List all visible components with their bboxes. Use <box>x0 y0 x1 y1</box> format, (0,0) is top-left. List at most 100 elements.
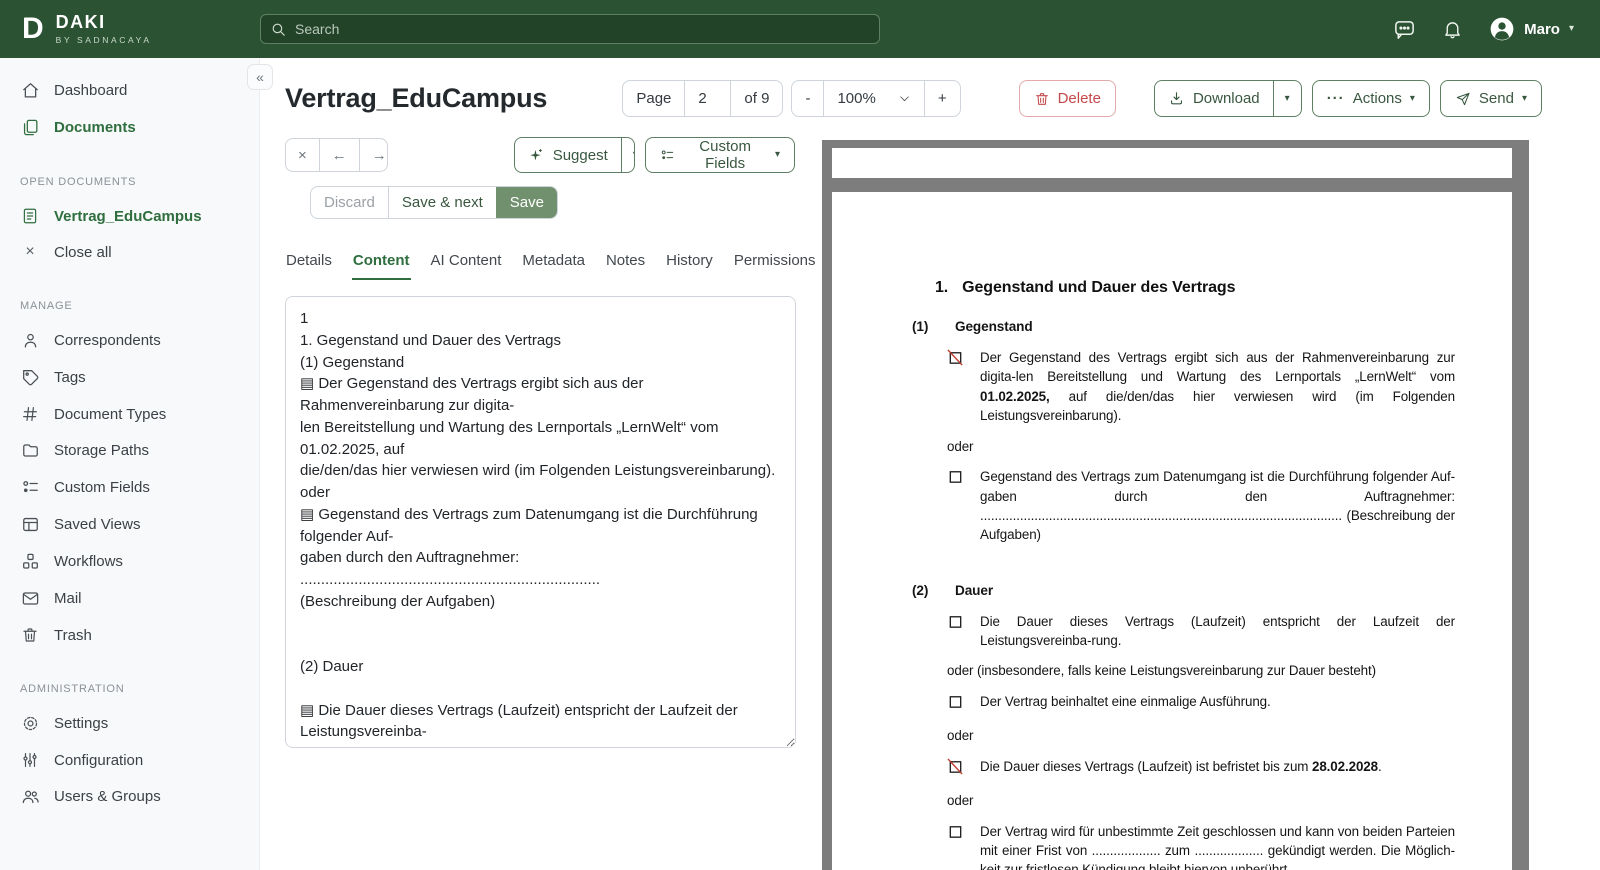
send-button[interactable]: Send ▾ <box>1440 80 1542 117</box>
suggest-menu-button[interactable]: ▾ <box>621 138 636 172</box>
pdf-paragraph: Der Gegenstand des Vertrags ergibt sich … <box>980 348 1455 426</box>
sidebar-collapse-button[interactable]: « <box>247 64 273 90</box>
detail-tabs: Details Content AI Content Metadata Note… <box>285 246 817 280</box>
saved-views-icon <box>20 515 40 534</box>
sidebar-item-document-types[interactable]: Document Types <box>0 396 259 432</box>
sidebar-item-configuration[interactable]: Configuration <box>0 742 259 778</box>
tab-permissions[interactable]: Permissions <box>733 246 817 280</box>
delete-button[interactable]: Delete <box>1019 80 1116 117</box>
sidebar-item-custom-fields[interactable]: Custom Fields <box>0 469 259 506</box>
pdf-option-row: Die Dauer dieses Vertrags (Laufzeit) ent… <box>947 612 1455 651</box>
discard-button[interactable]: Discard <box>311 187 388 218</box>
sidebar-item-label: Mail <box>54 590 82 607</box>
pdf-paragraph: Gegenstand des Vertrags zum Datenumgang … <box>980 467 1455 545</box>
trash-icon <box>1034 91 1050 107</box>
sidebar-item-label: Documents <box>54 119 136 136</box>
document-header: Vertrag_EduCampus Page 2 of 9 - 100% + <box>285 80 1542 117</box>
tab-ai-content[interactable]: AI Content <box>430 246 503 280</box>
open-documents-header: OPEN DOCUMENTS <box>0 176 259 188</box>
checkbox-empty-icon <box>947 612 980 651</box>
tab-history[interactable]: History <box>665 246 714 280</box>
custom-fields-button[interactable]: Custom Fields ▾ <box>645 137 795 173</box>
app-logo[interactable]: D DAKI BY SADNACAYA <box>14 13 260 45</box>
sidebar-item-open-document[interactable]: Vertrag_EduCampus <box>0 198 259 234</box>
save-controls: Discard Save & next Save <box>310 186 558 219</box>
page-navigator: Page 2 of 9 <box>622 80 783 117</box>
pdf-oder-text: oder <box>947 437 1455 456</box>
sidebar-item-trash[interactable]: Trash <box>0 617 259 653</box>
download-button[interactable]: Download <box>1155 81 1273 116</box>
checkbox-empty-icon <box>947 467 980 545</box>
person-icon <box>20 331 40 350</box>
mail-icon <box>20 589 40 608</box>
sidebar: Dashboard Documents OPEN DOCUMENTS Vertr… <box>0 58 260 870</box>
page-input[interactable]: 2 <box>684 81 730 116</box>
tab-details[interactable]: Details <box>285 246 333 280</box>
chat-button[interactable] <box>1393 18 1416 41</box>
bell-icon <box>1442 18 1463 40</box>
content-textarea[interactable]: 1 1. Gegenstand und Dauer des Vertrags (… <box>285 296 796 748</box>
suggest-button[interactable]: Suggest <box>515 138 621 172</box>
sidebar-item-label: Users & Groups <box>54 788 161 805</box>
sidebar-item-documents[interactable]: Documents <box>0 109 259 146</box>
sidebar-item-label: Close all <box>54 244 112 261</box>
user-name: Maro <box>1524 21 1560 38</box>
sidebar-item-saved-views[interactable]: Saved Views <box>0 506 259 543</box>
pdf-paragraph: Der Vertrag wird für unbestimmte Zeit ge… <box>980 822 1455 870</box>
previous-document-button[interactable]: ← <box>319 139 359 171</box>
notifications-button[interactable] <box>1442 18 1463 40</box>
document-icon <box>20 207 40 225</box>
checkbox-crossed-icon <box>947 348 980 426</box>
sidebar-item-storage-paths[interactable]: Storage Paths <box>0 432 259 469</box>
sidebar-item-mail[interactable]: Mail <box>0 580 259 617</box>
save-and-next-button[interactable]: Save & next <box>388 187 496 218</box>
caret-down-icon: ▾ <box>633 150 636 160</box>
pdf-oder-text: oder <box>947 726 1455 745</box>
sidebar-item-tags[interactable]: Tags <box>0 359 259 396</box>
trash-icon <box>20 626 40 644</box>
actions-button[interactable]: ··· Actions ▾ <box>1312 80 1430 117</box>
documents-icon <box>20 118 40 137</box>
pdf-option-row: Der Vertrag beinhaltet eine einmalige Au… <box>947 692 1455 715</box>
pdf-paragraph: Die Dauer dieses Vertrags (Laufzeit) ist… <box>980 757 1455 780</box>
close-document-button[interactable]: × <box>286 139 319 171</box>
save-button[interactable]: Save <box>496 187 557 218</box>
sidebar-item-workflows[interactable]: Workflows <box>0 543 259 580</box>
next-document-button[interactable]: → <box>359 139 388 171</box>
sidebar-item-label: Configuration <box>54 752 143 769</box>
sidebar-item-dashboard[interactable]: Dashboard <box>0 72 259 109</box>
sidebar-item-label: Custom Fields <box>54 479 150 496</box>
download-icon <box>1168 90 1185 107</box>
user-menu[interactable]: Maro ▾ <box>1489 16 1574 42</box>
topbar: D DAKI BY SADNACAYA Maro ▾ <box>0 0 1600 58</box>
custom-fields-icon <box>20 478 40 497</box>
sidebar-item-users-groups[interactable]: Users & Groups <box>0 778 259 815</box>
zoom-select[interactable]: 100% <box>823 81 923 116</box>
sidebar-item-label: Document Types <box>54 406 166 423</box>
chat-icon <box>1393 18 1416 41</box>
search-input[interactable] <box>260 14 880 44</box>
pdf-viewer[interactable]: 1. Gegenstand und Dauer des Vertrags (1)… <box>822 140 1529 870</box>
pdf-option-row: Die Dauer dieses Vertrags (Laufzeit) ist… <box>947 757 1455 780</box>
daki-logo-icon: D <box>14 14 44 44</box>
download-split-button: Download ▾ <box>1154 80 1302 117</box>
download-menu-button[interactable]: ▾ <box>1273 81 1301 116</box>
sidebar-item-label: Correspondents <box>54 332 161 349</box>
search-icon <box>270 21 287 38</box>
tab-notes[interactable]: Notes <box>605 246 646 280</box>
zoom-out-button[interactable]: - <box>792 81 823 116</box>
sidebar-item-correspondents[interactable]: Correspondents <box>0 322 259 359</box>
sliders-icon <box>20 751 40 769</box>
folder-icon <box>20 441 40 460</box>
page-title: Vertrag_EduCampus <box>285 83 547 114</box>
zoom-in-button[interactable]: + <box>924 81 960 116</box>
sidebar-item-settings[interactable]: Settings <box>0 705 259 742</box>
caret-down-icon: ▾ <box>1522 94 1527 104</box>
checkbox-empty-icon <box>947 692 980 715</box>
tab-content[interactable]: Content <box>352 246 411 280</box>
users-icon <box>20 787 40 806</box>
pdf-subsection-2: (2) Dauer <box>912 581 1455 601</box>
tab-metadata[interactable]: Metadata <box>521 246 586 280</box>
sidebar-item-label: Storage Paths <box>54 442 149 459</box>
sidebar-item-close-all[interactable]: × Close all <box>0 234 259 270</box>
